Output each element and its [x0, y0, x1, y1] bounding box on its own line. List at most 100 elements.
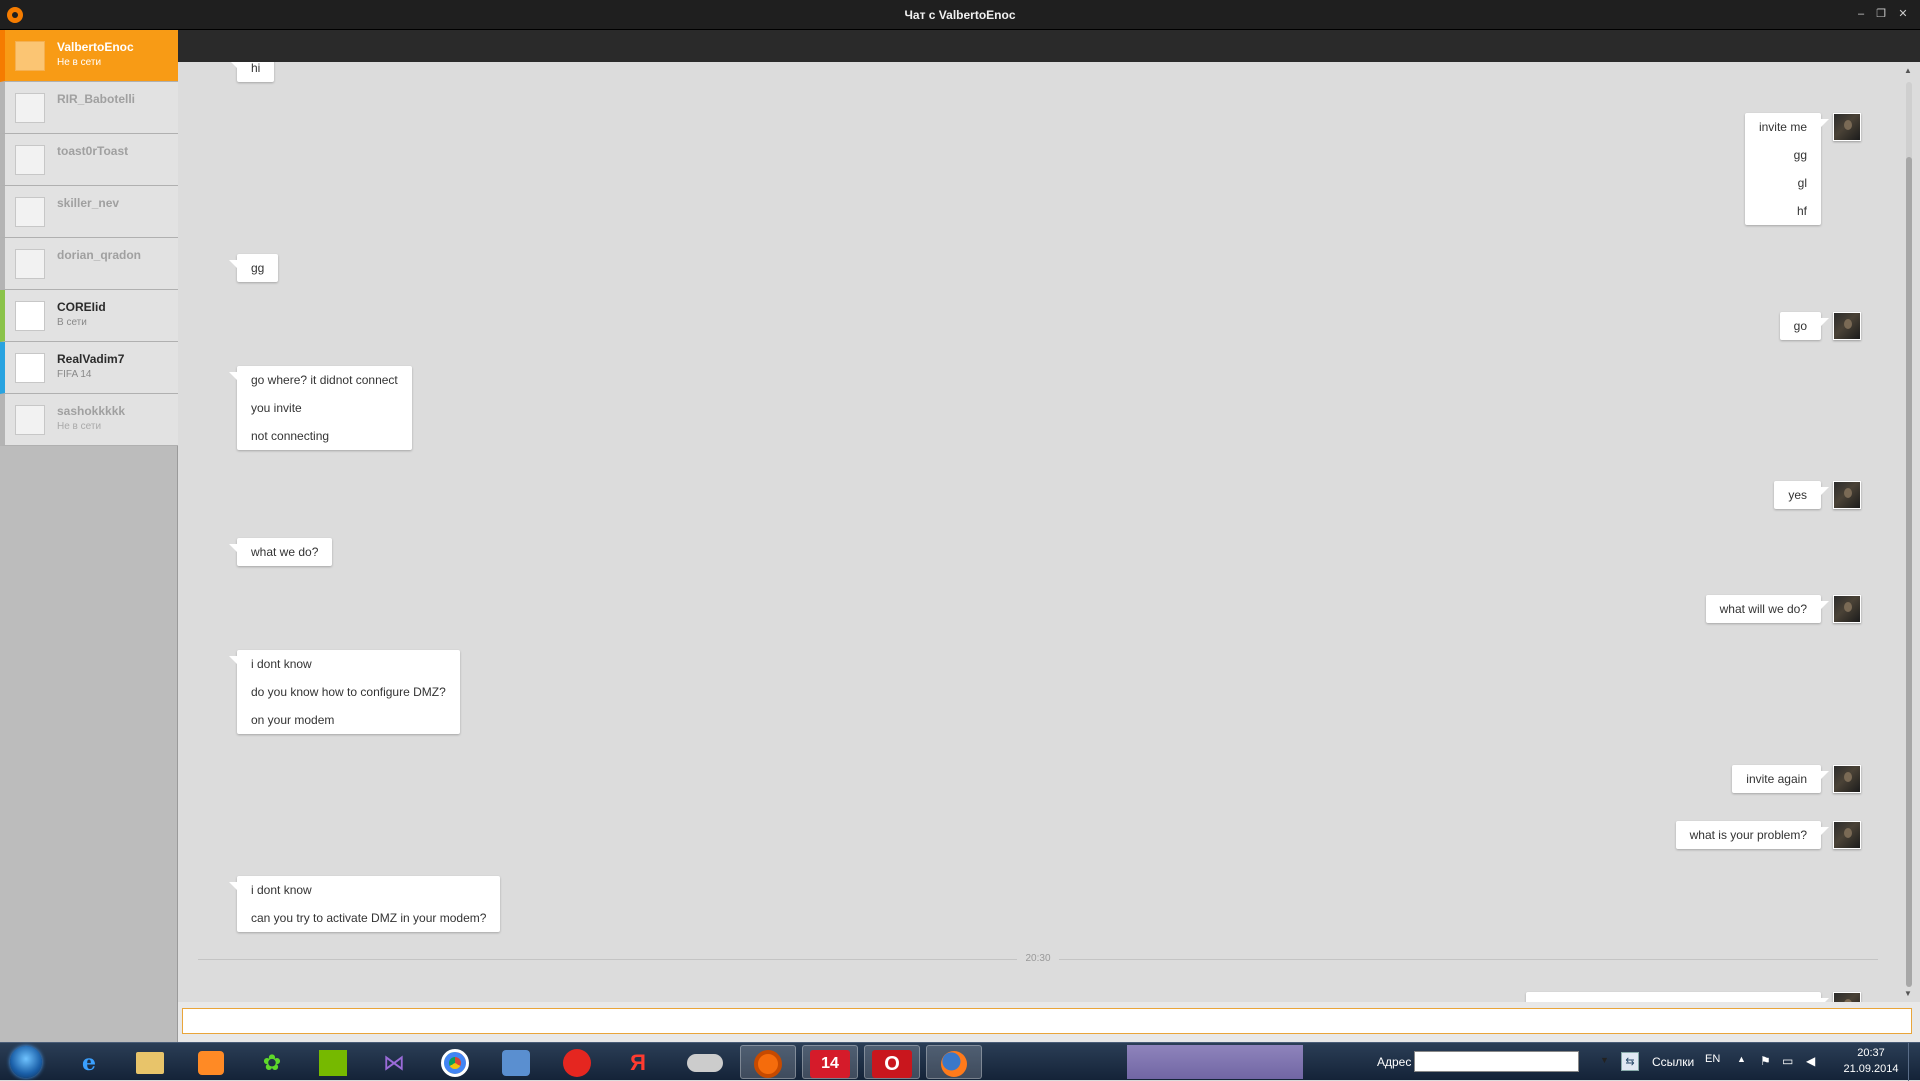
message-input[interactable] [182, 1008, 1912, 1034]
friend-item[interactable]: RealVadim7 FIFA 14 [0, 342, 178, 394]
message-text: gl [1797, 176, 1807, 190]
friend-item[interactable]: RIR_Babotelli [0, 82, 178, 134]
taskbar-preview[interactable] [1127, 1045, 1303, 1079]
message-input-area [178, 1002, 1920, 1042]
avatar [15, 197, 45, 227]
avatar [15, 353, 45, 383]
restore-button[interactable]: ❐ [1873, 6, 1889, 22]
window-title: Чат с ValbertoEnoc [904, 8, 1016, 22]
avatar [15, 405, 45, 435]
incoming-message: gg [228, 254, 279, 282]
message-text: what we do? [251, 545, 319, 559]
chat-history: hi invite me gg gl hf gg go go where? it… [178, 62, 1898, 1002]
friend-item[interactable]: toast0rToast [0, 134, 178, 186]
message-text: gg [1793, 148, 1807, 162]
message-text: i dont know [251, 883, 312, 897]
start-button[interactable] [4, 1043, 50, 1081]
friend-name: toast0rToast [57, 144, 129, 158]
time-divider: 20:30 [178, 953, 1898, 964]
opera-icon[interactable]: O [864, 1045, 920, 1079]
message-text: invite me [1758, 120, 1807, 134]
avatar [15, 93, 45, 123]
visual-studio-icon[interactable]: ⋈ [368, 1045, 420, 1079]
friend-item[interactable]: dorian_qradon [0, 238, 178, 290]
incoming-message: hi [228, 62, 275, 82]
action-center-flag-icon[interactable]: ⚑ [1760, 1054, 1771, 1068]
friend-item[interactable]: sashokkkkk Не в сети [0, 394, 178, 446]
internet-explorer-icon[interactable]: e [63, 1045, 115, 1079]
chat-toolbar [178, 30, 1920, 62]
incoming-message: go where? it didnot connect you invite n… [229, 366, 412, 450]
title-bar: Чат с ValbertoEnoc – ❐ ✕ [0, 0, 1920, 30]
my-avatar [1833, 765, 1861, 793]
my-avatar [1833, 113, 1861, 141]
message-text: you invite [251, 401, 302, 415]
chat-scrollbar[interactable]: ▲ ▼ [1898, 62, 1920, 1002]
time-divider-label: 20:30 [1017, 953, 1059, 964]
language-indicator[interactable]: EN [1705, 1053, 1720, 1065]
incoming-message: i dont know can you try to activate DMZ … [228, 876, 501, 932]
message-text: what is your problem? [1689, 828, 1807, 842]
outgoing-message: what will we do? [1705, 595, 1830, 623]
icq-icon[interactable]: ✿ [246, 1045, 298, 1079]
my-avatar [1833, 595, 1861, 623]
windows-logo-icon [10, 1046, 42, 1078]
friend-name: dorian_qradon [57, 248, 142, 262]
yandex-icon[interactable]: Я [612, 1045, 664, 1079]
message-text: hi [251, 62, 261, 75]
my-avatar [1833, 821, 1861, 849]
avatar [15, 301, 45, 331]
message-text: hf [1796, 204, 1807, 218]
scroll-up-arrow-icon[interactable]: ▲ [1904, 66, 1912, 75]
yandex-browser-icon[interactable] [551, 1045, 603, 1079]
windows-taskbar: e ✿ ⋈ Я 14 O Адрес ▼ ⇆ Ссылки EN ▲ ⚑ ▭ ◀… [0, 1042, 1920, 1081]
friend-item[interactable]: COREIid В сети [0, 290, 178, 342]
firefox-icon[interactable] [926, 1045, 982, 1079]
dropdown-arrow-icon[interactable]: ▼ [1600, 1055, 1609, 1065]
network-icon[interactable]: ▭ [1782, 1054, 1793, 1068]
gamepad-icon[interactable] [679, 1045, 731, 1079]
clock-time[interactable]: 20:37 [1841, 1047, 1901, 1059]
friend-name: ValbertoEnoc [57, 40, 134, 54]
explorer-icon[interactable] [124, 1045, 176, 1079]
my-avatar [1833, 992, 1861, 1002]
incoming-message: what we do? [228, 538, 333, 566]
friend-status: В сети [57, 317, 87, 328]
volume-icon[interactable] [490, 1045, 542, 1079]
message-text: not connecting [251, 429, 330, 443]
scroll-thumb[interactable] [1906, 157, 1912, 987]
links-label[interactable]: Ссылки [1652, 1055, 1694, 1069]
friend-name: sashokkkkk [57, 404, 126, 418]
outgoing-message: go [1779, 312, 1830, 340]
go-icon[interactable]: ⇆ [1621, 1052, 1639, 1071]
address-input[interactable] [1414, 1051, 1579, 1072]
chrome-icon[interactable] [429, 1045, 481, 1079]
outgoing-message: yes [1774, 481, 1829, 509]
minimize-button[interactable]: – [1853, 6, 1869, 22]
close-button[interactable]: ✕ [1895, 6, 1911, 22]
show-desktop-button[interactable] [1908, 1043, 1920, 1081]
message-text: yes [1788, 488, 1807, 502]
message-text: go where? it didnot connect [251, 373, 398, 387]
friend-item[interactable]: skiller_nev [0, 186, 178, 238]
message-text: can you try to activate DMZ in your mode… [251, 911, 487, 925]
message-text: do you know how to configure DMZ? [251, 685, 446, 699]
media-player-icon[interactable] [185, 1045, 237, 1079]
origin-icon[interactable] [740, 1045, 796, 1079]
friend-name: COREIid [57, 300, 106, 314]
friend-name: skiller_nev [57, 196, 120, 210]
my-avatar [1833, 312, 1861, 340]
friend-item[interactable]: ValbertoEnoc Не в сети [0, 30, 178, 82]
fifa-14-icon[interactable]: 14 [802, 1045, 858, 1079]
scroll-down-arrow-icon[interactable]: ▼ [1904, 989, 1912, 998]
clock-date[interactable]: 21.09.2014 [1834, 1063, 1908, 1075]
nvidia-icon[interactable] [307, 1045, 359, 1079]
message-text: what will we do? [1719, 602, 1807, 616]
friend-status: Не в сети [57, 421, 102, 432]
outgoing-message: invite again [1732, 765, 1829, 793]
message-text: on your modem [251, 713, 335, 727]
message-text: gg [251, 261, 265, 275]
speaker-icon[interactable]: ◀ [1806, 1054, 1815, 1068]
message-text: invite again [1746, 772, 1807, 786]
tray-expand-icon[interactable]: ▲ [1737, 1054, 1746, 1064]
